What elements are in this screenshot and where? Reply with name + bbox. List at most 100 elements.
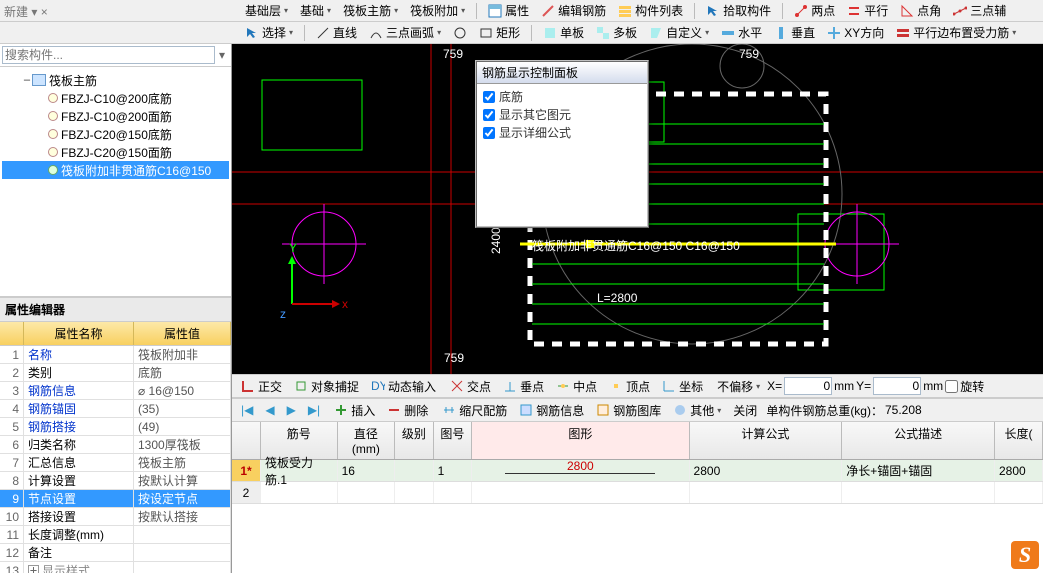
tree-item-1[interactable]: FBZJ-C10@200面筋 bbox=[2, 107, 229, 125]
btn-parallel[interactable]: 平行 bbox=[842, 0, 893, 21]
btn-component-list[interactable]: 构件列表 bbox=[613, 0, 688, 21]
btn-multi-board[interactable]: 多板 bbox=[591, 22, 642, 43]
btn-xy[interactable]: XY方向 bbox=[822, 22, 889, 43]
btn-pick[interactable]: 拾取构件 bbox=[701, 0, 776, 21]
btn-properties[interactable]: 属性 bbox=[483, 0, 534, 21]
cell-name[interactable]: 筏板受力筋.1 bbox=[261, 460, 338, 481]
panel-title[interactable]: 钢筋显示控制面板 bbox=[477, 62, 647, 84]
chk-bottom-rebar[interactable]: 底筋 bbox=[483, 88, 641, 105]
search-input[interactable] bbox=[2, 46, 215, 64]
th-formula[interactable]: 计算公式 bbox=[690, 422, 843, 459]
btn-single-board[interactable]: 单板 bbox=[538, 22, 589, 43]
rot-check[interactable] bbox=[945, 380, 958, 393]
th-diameter[interactable]: 直径(mm) bbox=[338, 422, 396, 459]
prop-value[interactable] bbox=[134, 562, 231, 573]
tree-item-0[interactable]: FBZJ-C10@200底筋 bbox=[2, 89, 229, 107]
property-row[interactable]: 1名称筏板附加非 bbox=[0, 346, 231, 364]
layer-dropdown[interactable]: 基础层▾ bbox=[240, 0, 293, 21]
btn-insert[interactable]: 插入 bbox=[329, 400, 380, 421]
nav-next[interactable]: ▶ bbox=[282, 401, 301, 419]
btn-dyn-input[interactable]: DYN动态输入 bbox=[366, 376, 441, 397]
cell-formula-desc[interactable]: 净长+锚固+锚固 bbox=[842, 460, 995, 481]
offset-dropdown[interactable]: 不偏移▾ bbox=[712, 376, 765, 397]
btn-more-1[interactable] bbox=[448, 24, 472, 42]
table-row-empty[interactable]: 2 bbox=[232, 482, 1043, 504]
property-row[interactable]: 6归类名称1300厚筏板 bbox=[0, 436, 231, 454]
tree-item-2[interactable]: FBZJ-C20@150底筋 bbox=[2, 125, 229, 143]
rebar-add-dropdown[interactable]: 筏板附加▾ bbox=[405, 0, 470, 21]
btn-line[interactable]: 直线 bbox=[311, 22, 362, 43]
btn-delete[interactable]: 删除 bbox=[382, 400, 433, 421]
property-row[interactable]: 9节点设置按设定节点 bbox=[0, 490, 231, 508]
th-length[interactable]: 长度( bbox=[995, 422, 1043, 459]
btn-rect[interactable]: 矩形 bbox=[474, 22, 525, 43]
cell-grade[interactable] bbox=[395, 460, 434, 481]
th-shape[interactable]: 图形 bbox=[472, 422, 689, 459]
th-grade[interactable]: 级别 bbox=[395, 422, 434, 459]
prop-value[interactable]: 底筋 bbox=[134, 364, 231, 381]
rebar-display-control-panel[interactable]: 钢筋显示控制面板 底筋 显示其它图元 显示详细公式 bbox=[475, 60, 649, 228]
btn-other-dropdown[interactable]: 其他▾ bbox=[668, 400, 726, 421]
btn-midpoint[interactable]: 中点 bbox=[551, 376, 602, 397]
prop-value[interactable]: 按默认计算 bbox=[134, 472, 231, 489]
prop-value[interactable]: 按设定节点 bbox=[134, 490, 231, 507]
prop-value[interactable]: 按默认搭接 bbox=[134, 508, 231, 525]
btn-rebar-info[interactable]: 钢筋信息 bbox=[514, 400, 589, 421]
prop-value[interactable]: (49) bbox=[134, 418, 231, 435]
btn-intersect[interactable]: 交点 bbox=[445, 376, 496, 397]
cell-shape[interactable]: 2800 bbox=[472, 460, 689, 481]
btn-ortho[interactable]: 正交 bbox=[236, 376, 287, 397]
btn-close[interactable]: 关闭 bbox=[728, 400, 762, 421]
btn-edit-rebar[interactable]: 编辑钢筋 bbox=[536, 0, 611, 21]
chk-show-other[interactable]: 显示其它图元 bbox=[483, 106, 641, 123]
prop-value[interactable] bbox=[134, 526, 231, 543]
x-input[interactable] bbox=[784, 377, 832, 395]
btn-vertical[interactable]: 垂直 bbox=[769, 22, 820, 43]
property-row[interactable]: 3钢筋信息⌀ 16@150 bbox=[0, 382, 231, 400]
property-row[interactable]: 13+显示样式 bbox=[0, 562, 231, 573]
btn-coord[interactable]: 坐标 bbox=[657, 376, 708, 397]
btn-osnap[interactable]: 对象捕捉 bbox=[289, 376, 364, 397]
property-row[interactable]: 7汇总信息筏板主筋 bbox=[0, 454, 231, 472]
btn-horizontal[interactable]: 水平 bbox=[716, 22, 767, 43]
table-row[interactable]: 1* 筏板受力筋.1 16 1 2800 2800 净长+锚固+锚固 2800 bbox=[232, 460, 1043, 482]
cell-formula[interactable]: 2800 bbox=[690, 460, 843, 481]
btn-select[interactable]: 选择▾ bbox=[240, 22, 298, 43]
nav-first[interactable]: |◀ bbox=[236, 401, 258, 419]
nav-prev[interactable]: ◀ bbox=[260, 401, 279, 419]
prop-value[interactable]: 1300厚筏板 bbox=[134, 436, 231, 453]
btn-arc-dropdown[interactable]: 三点画弧▾ bbox=[364, 22, 446, 43]
btn-three-point-aux[interactable]: 三点辅 bbox=[948, 0, 1011, 21]
property-row[interactable]: 10搭接设置按默认搭接 bbox=[0, 508, 231, 526]
tree-item-3[interactable]: FBZJ-C20@150面筋 bbox=[2, 143, 229, 161]
btn-rebar-lib[interactable]: 钢筋图库 bbox=[591, 400, 666, 421]
nav-last[interactable]: ▶| bbox=[303, 401, 325, 419]
property-row[interactable]: 11长度调整(mm) bbox=[0, 526, 231, 544]
btn-custom[interactable]: 自定义▾ bbox=[644, 22, 714, 43]
btn-perp[interactable]: 垂点 bbox=[498, 376, 549, 397]
property-row[interactable]: 5钢筋搭接(49) bbox=[0, 418, 231, 436]
th-formula-desc[interactable]: 公式描述 bbox=[842, 422, 995, 459]
property-row[interactable]: 12备注 bbox=[0, 544, 231, 562]
search-caret[interactable]: ▾ bbox=[215, 48, 229, 62]
expand-icon[interactable]: − bbox=[22, 73, 32, 87]
property-row[interactable]: 8计算设置按默认计算 bbox=[0, 472, 231, 490]
cell-diameter[interactable]: 16 bbox=[338, 460, 396, 481]
chk-show-formula[interactable]: 显示详细公式 bbox=[483, 124, 641, 141]
property-row[interactable]: 2类别底筋 bbox=[0, 364, 231, 382]
cell-length[interactable]: 2800 bbox=[995, 460, 1043, 481]
sogou-ime-icon[interactable]: S bbox=[1011, 541, 1039, 569]
tree-root[interactable]: − 筏板主筋 bbox=[2, 71, 229, 89]
btn-two-point[interactable]: 两点 bbox=[789, 0, 840, 21]
property-grid[interactable]: 1名称筏板附加非2类别底筋3钢筋信息⌀ 16@1504钢筋锚固(35)5钢筋搭接… bbox=[0, 346, 231, 573]
btn-shrink-rebar[interactable]: 缩尺配筋 bbox=[437, 400, 512, 421]
tree-item-4[interactable]: 筏板附加非贯通筋C16@150 bbox=[2, 161, 229, 179]
rebar-dropdown[interactable]: 筏板主筋▾ bbox=[338, 0, 403, 21]
prop-value[interactable]: ⌀ 16@150 bbox=[134, 382, 231, 399]
prop-value[interactable]: (35) bbox=[134, 400, 231, 417]
prop-value[interactable] bbox=[134, 544, 231, 561]
prop-value[interactable]: 筏板主筋 bbox=[134, 454, 231, 471]
btn-point-angle[interactable]: 点角 bbox=[895, 0, 946, 21]
cell-shape-no[interactable]: 1 bbox=[434, 460, 473, 481]
y-input[interactable] bbox=[873, 377, 921, 395]
